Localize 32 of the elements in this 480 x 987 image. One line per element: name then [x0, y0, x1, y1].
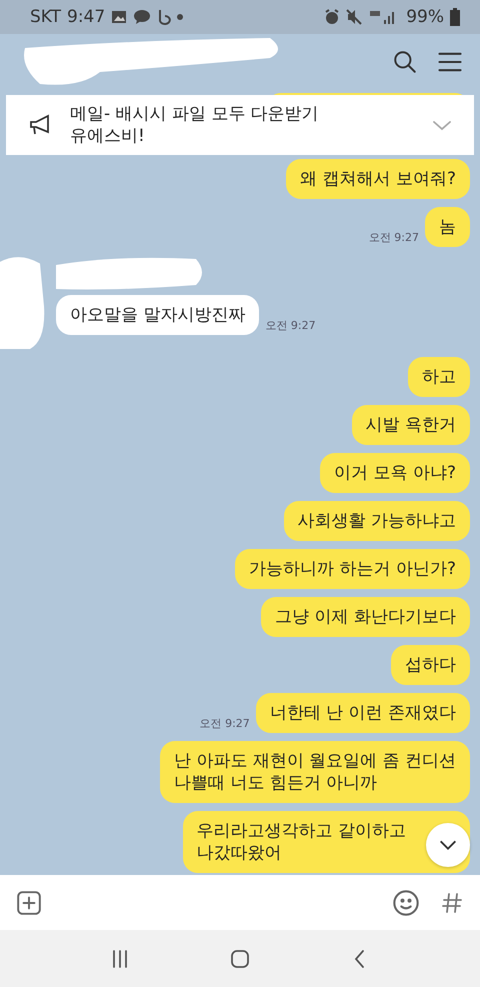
clock-time: 9:47 [67, 7, 106, 27]
message-bubble: 그냥 이제 화난다기보다 [261, 597, 470, 637]
megaphone-icon [28, 113, 52, 137]
mute-icon [346, 9, 364, 25]
notice-banner[interactable]: 메일- 배시시 파일 모두 다운받기 유에스비! [6, 95, 474, 155]
message-bubble: 놈 [425, 207, 470, 247]
notice-text: 메일- 배시시 파일 모두 다운받기 유에스비! [70, 103, 320, 147]
message-bubble: 왜 캡쳐해서 보여줘? [286, 159, 470, 199]
message-bubble: 이거 모욕 아냐? [320, 453, 470, 493]
message-bubble: 섭하다 [391, 645, 470, 685]
message-bubble: 사회생활 가능하냐고 [284, 501, 470, 541]
hash-icon[interactable] [440, 890, 464, 914]
chat-icon [133, 9, 152, 25]
message-bubble: 시발 욕한거 [352, 405, 470, 445]
plus-icon[interactable] [16, 890, 42, 916]
message-bubble: 아오말을 말자시방진짜 [56, 295, 260, 335]
message-bubble: 난 아파도 재현이 월요일에 좀 컨디션 나쁠때 너도 힘든거 아니까 [160, 741, 470, 803]
dot-icon [177, 14, 184, 20]
battery-level: 99% [406, 7, 444, 27]
message-bubble: 하고 [408, 357, 470, 397]
search-icon[interactable] [392, 49, 418, 75]
message-time: 오전 9:27 [265, 318, 316, 333]
battery-icon [450, 8, 460, 26]
image-icon [111, 10, 128, 24]
message-bubble: 너한테 난 이런 존재였다 [256, 693, 470, 733]
emoji-icon[interactable] [392, 888, 420, 916]
alarm-icon [324, 9, 340, 25]
message-time: 오전 9:27 [200, 716, 250, 731]
carrier-name: SKT [30, 7, 62, 27]
message-time: 오전 9:27 [368, 230, 419, 245]
message-bubble: 가능하니까 하는거 아닌가? [235, 549, 470, 589]
message-input-bar[interactable] [0, 875, 480, 930]
